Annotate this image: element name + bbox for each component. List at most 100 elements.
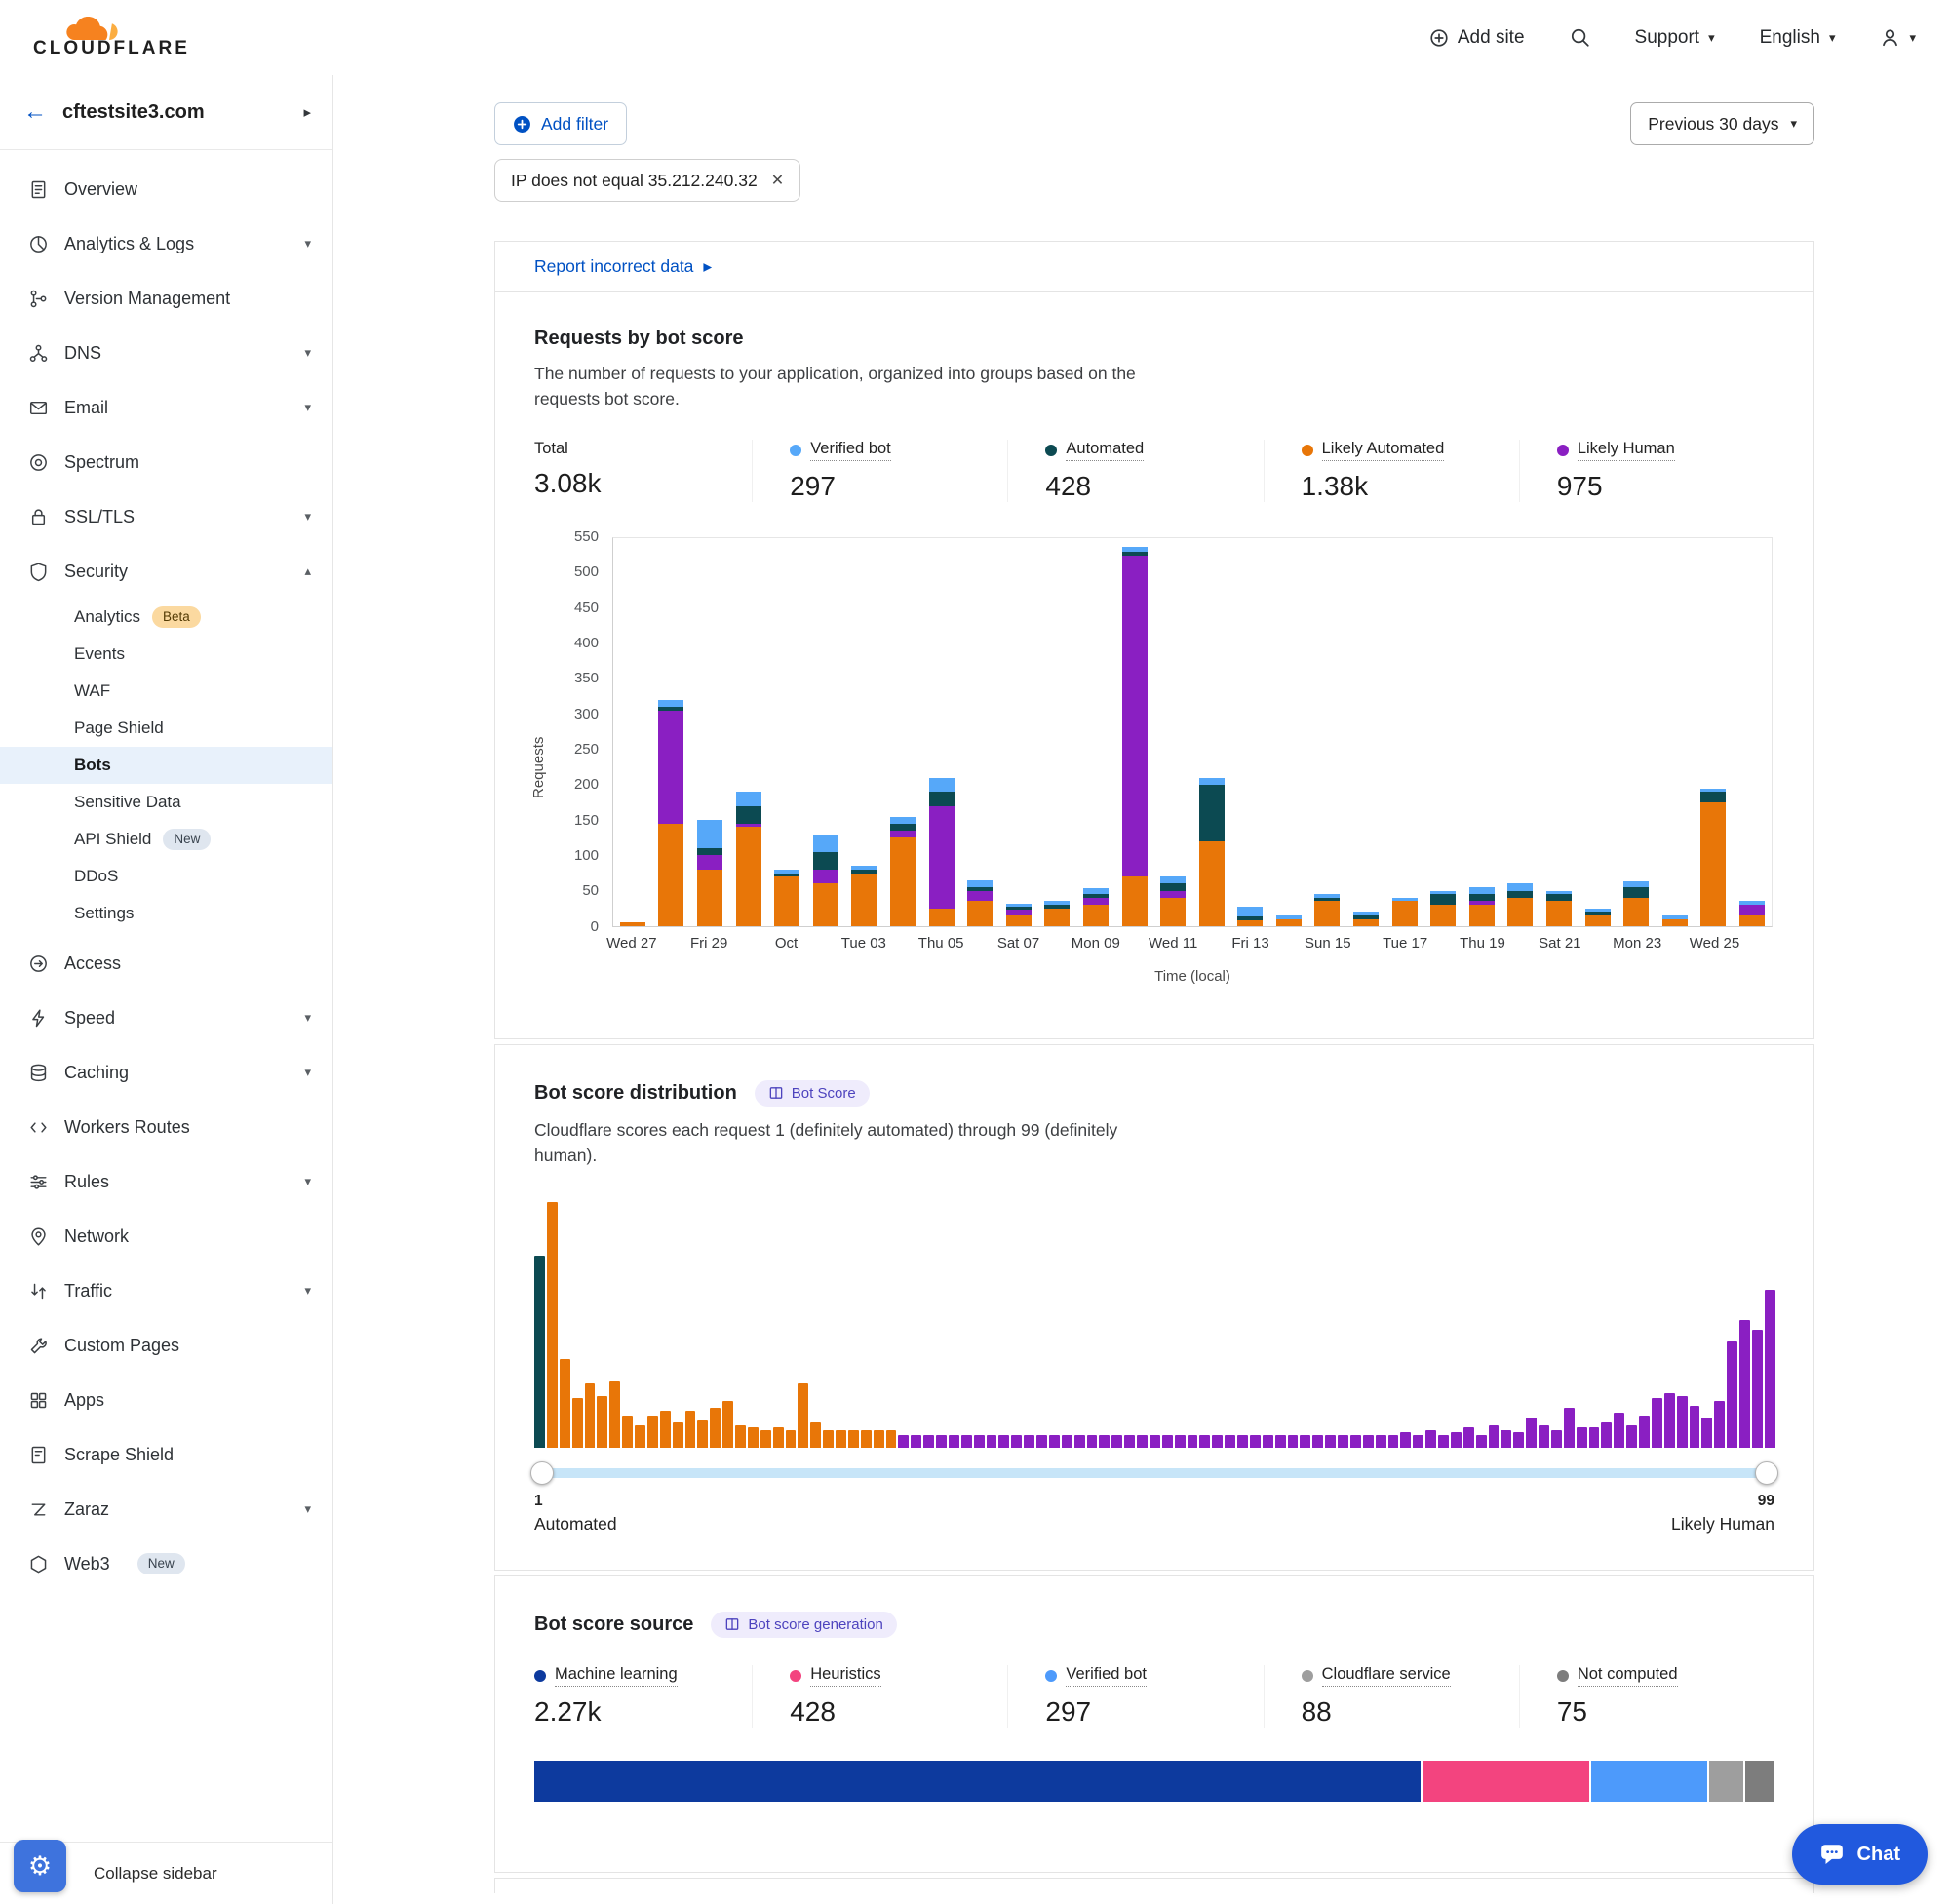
score-bar-81[interactable] bbox=[1539, 1425, 1549, 1448]
score-bar-2[interactable] bbox=[547, 1202, 558, 1448]
requests-bar-thu-19[interactable] bbox=[1462, 538, 1501, 926]
score-bar-8[interactable] bbox=[622, 1416, 633, 1448]
add-filter-button[interactable]: Add filter bbox=[494, 102, 627, 145]
source-segment-machine-learning[interactable] bbox=[534, 1761, 1421, 1802]
sidebar-item-version-management[interactable]: Version Management bbox=[0, 271, 332, 326]
score-bar-14[interactable] bbox=[697, 1420, 708, 1448]
score-bar-77[interactable] bbox=[1489, 1425, 1500, 1448]
requests-bar-wed-11[interactable] bbox=[1153, 538, 1192, 926]
score-bar-83[interactable] bbox=[1564, 1408, 1575, 1447]
slider-handle-max[interactable] bbox=[1755, 1461, 1778, 1485]
score-bar-16[interactable] bbox=[722, 1401, 733, 1448]
requests-bar-wed-04[interactable] bbox=[883, 538, 922, 926]
score-bar-37[interactable] bbox=[987, 1435, 997, 1448]
sidebar-item-web3[interactable]: Web3 New bbox=[0, 1536, 332, 1591]
score-bar-79[interactable] bbox=[1513, 1432, 1524, 1447]
score-bar-91[interactable] bbox=[1664, 1393, 1675, 1447]
score-bar-31[interactable] bbox=[911, 1435, 921, 1448]
requests-bar-tue-24[interactable] bbox=[1656, 538, 1695, 926]
sidebar-item-rules[interactable]: Rules ▾ bbox=[0, 1154, 332, 1209]
score-bar-60[interactable] bbox=[1275, 1435, 1286, 1448]
score-bar-15[interactable] bbox=[710, 1408, 721, 1447]
score-bar-51[interactable] bbox=[1162, 1435, 1173, 1448]
score-bar-5[interactable] bbox=[585, 1383, 596, 1448]
score-bar-10[interactable] bbox=[647, 1416, 658, 1448]
sidebar-item-email[interactable]: Email ▾ bbox=[0, 380, 332, 435]
requests-bar-sat-30[interactable] bbox=[729, 538, 768, 926]
requests-bar-wed-27[interactable] bbox=[613, 538, 652, 926]
requests-bar-wed-18[interactable] bbox=[1423, 538, 1462, 926]
requests-bar-sun-15[interactable] bbox=[1308, 538, 1347, 926]
score-bar-56[interactable] bbox=[1225, 1435, 1235, 1448]
score-bar-75[interactable] bbox=[1463, 1427, 1474, 1447]
sidebar-item-ssl-tls[interactable]: SSL/TLS ▾ bbox=[0, 489, 332, 544]
requests-bar-sat-14[interactable] bbox=[1269, 538, 1308, 926]
quick-settings-gear-button[interactable]: ⚙ bbox=[14, 1840, 66, 1892]
score-bar-65[interactable] bbox=[1338, 1435, 1348, 1448]
score-bar-92[interactable] bbox=[1677, 1396, 1688, 1448]
score-bar-23[interactable] bbox=[810, 1422, 821, 1447]
score-bar-17[interactable] bbox=[735, 1425, 746, 1448]
sidebar-item-traffic[interactable]: Traffic ▾ bbox=[0, 1263, 332, 1318]
score-bar-59[interactable] bbox=[1263, 1435, 1273, 1448]
sidebar-item-custom-pages[interactable]: Custom Pages bbox=[0, 1318, 332, 1373]
score-bar-82[interactable] bbox=[1551, 1430, 1562, 1448]
source-segment-verified-bot[interactable] bbox=[1591, 1761, 1707, 1802]
requests-bar-fri-29[interactable] bbox=[690, 538, 729, 926]
score-bar-6[interactable] bbox=[597, 1396, 607, 1448]
requests-bar-wed-25[interactable] bbox=[1695, 538, 1734, 926]
score-bar-76[interactable] bbox=[1476, 1435, 1487, 1448]
filter-chip[interactable]: IP does not equal 35.212.240.32 ✕ bbox=[494, 159, 800, 202]
requests-bar-thu-28[interactable] bbox=[652, 538, 691, 926]
sidebar-item-security-analytics[interactable]: Analytics Beta bbox=[0, 599, 332, 636]
requests-bar-thu-12[interactable] bbox=[1192, 538, 1231, 926]
score-bar-11[interactable] bbox=[660, 1411, 671, 1448]
score-bar-66[interactable] bbox=[1350, 1435, 1361, 1448]
score-bar-97[interactable] bbox=[1739, 1320, 1750, 1448]
score-bar-58[interactable] bbox=[1250, 1435, 1261, 1448]
requests-bar-thu-26[interactable] bbox=[1733, 538, 1772, 926]
sidebar-item-network[interactable]: Network bbox=[0, 1209, 332, 1263]
score-bar-54[interactable] bbox=[1199, 1435, 1210, 1448]
support-menu[interactable]: Support ▾ bbox=[1635, 27, 1715, 49]
score-bar-26[interactable] bbox=[848, 1430, 859, 1448]
score-bar-52[interactable] bbox=[1175, 1435, 1186, 1448]
score-bar-20[interactable] bbox=[773, 1427, 784, 1447]
score-bar-35[interactable] bbox=[961, 1435, 972, 1448]
requests-bar-fri-20[interactable] bbox=[1501, 538, 1540, 926]
score-bar-19[interactable] bbox=[760, 1430, 771, 1448]
sidebar-item-scrape-shield[interactable]: Scrape Shield bbox=[0, 1427, 332, 1482]
score-bar-84[interactable] bbox=[1577, 1427, 1587, 1447]
sidebar-item-security-bots[interactable]: Bots bbox=[0, 747, 332, 784]
sidebar-item-access[interactable]: Access bbox=[0, 936, 332, 991]
source-segment-cloudflare-service[interactable] bbox=[1709, 1761, 1743, 1802]
score-bar-89[interactable] bbox=[1639, 1416, 1650, 1448]
score-bar-43[interactable] bbox=[1062, 1435, 1072, 1448]
score-bar-46[interactable] bbox=[1099, 1435, 1110, 1448]
score-bar-40[interactable] bbox=[1024, 1435, 1034, 1448]
score-bar-38[interactable] bbox=[998, 1435, 1009, 1448]
slider-track[interactable] bbox=[534, 1468, 1774, 1478]
sidebar-item-security-sensitive-data[interactable]: Sensitive Data bbox=[0, 784, 332, 821]
requests-bar-tue-17[interactable] bbox=[1385, 538, 1424, 926]
requests-bar-fri-06[interactable] bbox=[960, 538, 999, 926]
score-bar-70[interactable] bbox=[1400, 1432, 1411, 1447]
score-bar-73[interactable] bbox=[1438, 1435, 1449, 1448]
score-bar-69[interactable] bbox=[1388, 1435, 1399, 1448]
score-bar-64[interactable] bbox=[1325, 1435, 1336, 1448]
score-bar-42[interactable] bbox=[1049, 1435, 1060, 1448]
score-bar-87[interactable] bbox=[1614, 1413, 1624, 1447]
score-bar-29[interactable] bbox=[886, 1430, 897, 1448]
sidebar-item-caching[interactable]: Caching ▾ bbox=[0, 1045, 332, 1100]
sidebar-item-security-settings[interactable]: Settings bbox=[0, 895, 332, 932]
score-bar-30[interactable] bbox=[898, 1435, 909, 1448]
close-icon[interactable]: ✕ bbox=[771, 171, 784, 190]
score-bar-72[interactable] bbox=[1425, 1430, 1436, 1448]
requests-bar-oct[interactable] bbox=[767, 538, 806, 926]
score-bar-53[interactable] bbox=[1188, 1435, 1198, 1448]
requests-bar-tue-10[interactable] bbox=[1115, 538, 1154, 926]
score-bar-93[interactable] bbox=[1690, 1406, 1700, 1448]
report-incorrect-data-link[interactable]: Report incorrect data ▸ bbox=[534, 256, 712, 277]
score-bar-49[interactable] bbox=[1137, 1435, 1148, 1448]
score-bar-74[interactable] bbox=[1451, 1432, 1462, 1447]
